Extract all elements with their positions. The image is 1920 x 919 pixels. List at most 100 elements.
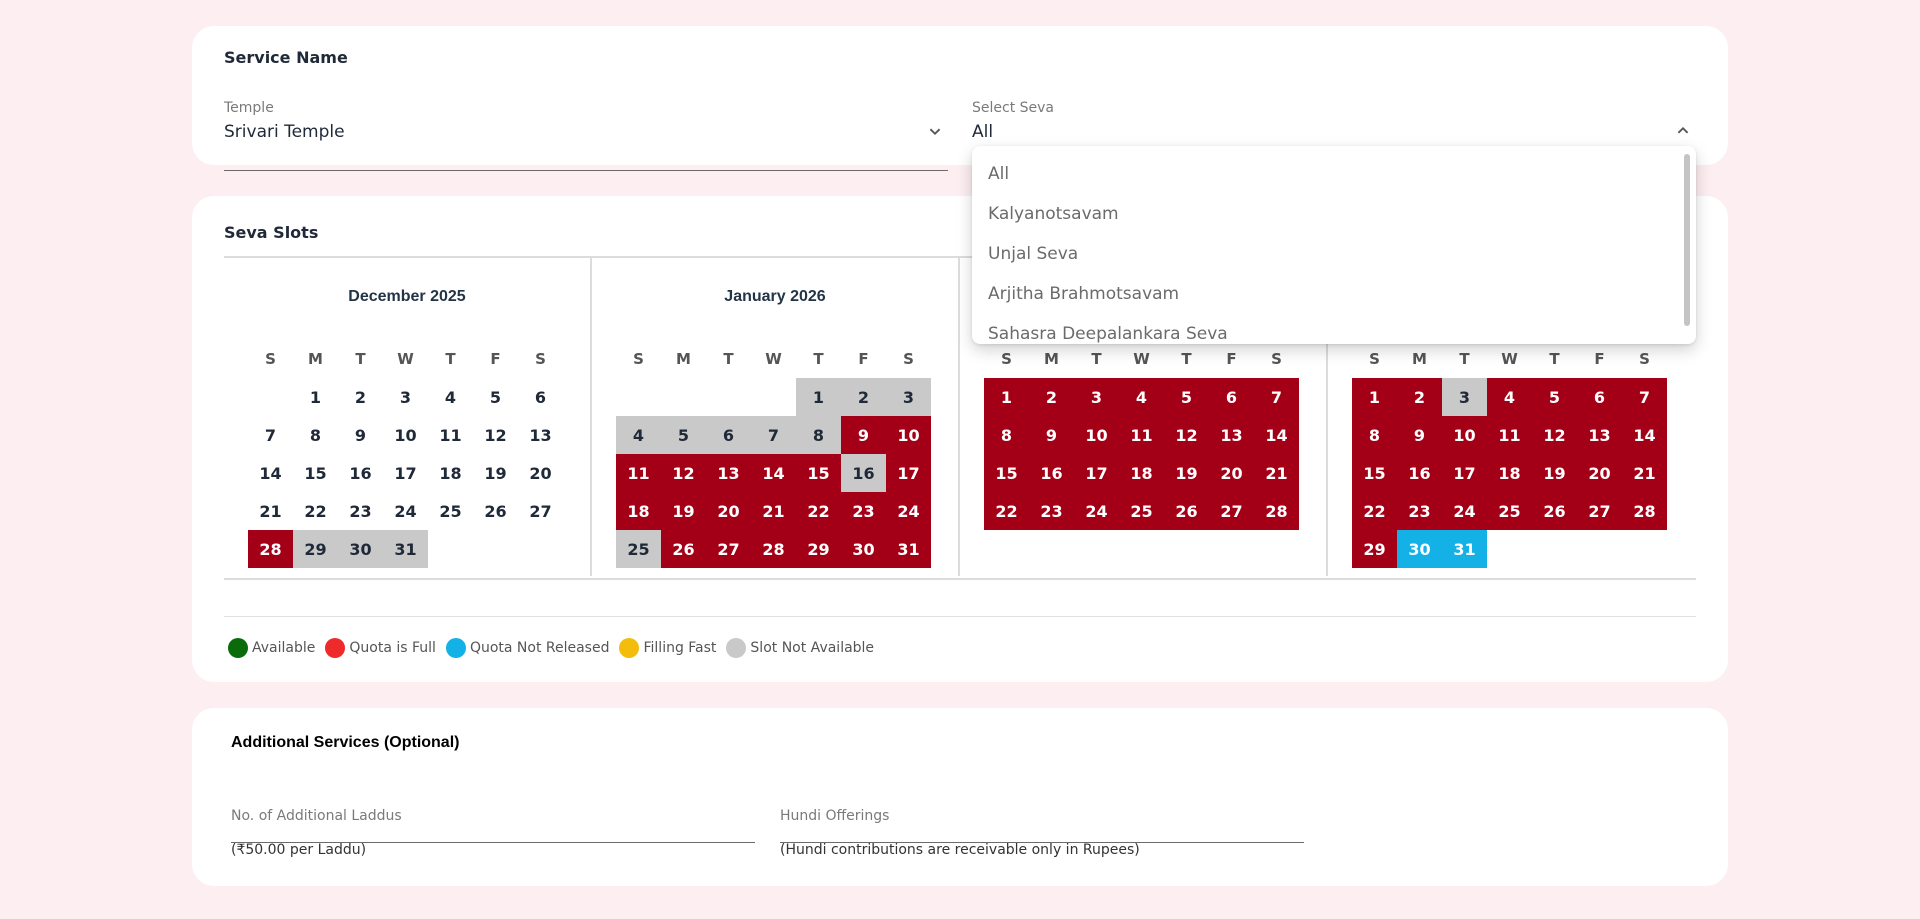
additional-services-card: Additional Services (Optional) No. of Ad…	[192, 708, 1728, 886]
calendar-day-quota-full: 1	[984, 378, 1029, 416]
weekday-header: S	[1001, 350, 1012, 368]
calendar-day-quota-full: 27	[1209, 492, 1254, 530]
calendar-day: 3	[399, 387, 412, 407]
calendar-day: 18	[439, 463, 462, 483]
weekday-header: S	[1271, 350, 1282, 368]
legend-slot-not-available: Slot Not Available	[726, 638, 874, 658]
calendar-day-quota-full: 16	[1029, 454, 1074, 492]
calendar-day-quota-full: 2	[1029, 378, 1074, 416]
legend-quota-full: Quota is Full	[325, 638, 436, 658]
available-dot-icon	[228, 638, 248, 658]
weekday-header: T	[355, 350, 366, 368]
calendar-day-quota-full: 21	[1622, 454, 1667, 492]
dropdown-scrollbar[interactable]	[1684, 154, 1690, 326]
hundi-label: Hundi Offerings	[780, 808, 890, 824]
calendar-day-quota-full: 22	[796, 492, 841, 530]
calendar-day-not-available: 25	[616, 530, 661, 568]
calendar-day-quota-full: 19	[1164, 454, 1209, 492]
calendar-day-quota-full: 13	[1577, 416, 1622, 454]
weekday-header: W	[765, 350, 782, 368]
additional-services-title: Additional Services (Optional)	[231, 734, 460, 751]
calendar-day-quota-full: 6	[1209, 378, 1254, 416]
calendar-day-quota-full: 20	[706, 492, 751, 530]
legend-label: Quota Not Released	[469, 640, 610, 656]
calendar-day-quota-full: 27	[1577, 492, 1622, 530]
calendar-day-quota-full: 18	[1119, 454, 1164, 492]
legend-quota-not-released: Quota Not Released	[445, 638, 610, 658]
calendar-title: December 2025	[348, 288, 466, 305]
calendar-day-not-available: 3	[1442, 378, 1487, 416]
divider	[224, 616, 1696, 617]
calendar-january-2026: January 2026 S M T W T F S 1 2 3 4 5 6 7 8 9 10 11 12 13 14 1…	[592, 258, 958, 576]
calendar-day-quota-full: 13	[1209, 416, 1254, 454]
calendar-day: 12	[484, 425, 507, 445]
calendar-day-quota-full: 4	[1487, 378, 1532, 416]
dropdown-option-arjitha-brahmotsavam[interactable]: Arjitha Brahmotsavam	[988, 284, 1179, 304]
calendar-day-quota-full: 29	[1352, 530, 1397, 568]
service-title: Service Name	[224, 48, 348, 67]
hundi-input[interactable]: Hundi Offerings	[780, 804, 1304, 843]
hundi-help-text: (Hundi contributions are receivable only…	[780, 842, 1140, 858]
calendar-day: 1	[309, 387, 322, 407]
weekday-header: S	[903, 350, 914, 368]
temple-select[interactable]: Temple Srivari Temple	[224, 92, 948, 171]
calendar-day-quota-full: 11	[1487, 416, 1532, 454]
calendar-day: 6	[534, 387, 547, 407]
calendar-day: 15	[304, 463, 327, 483]
calendar-day-quota-full: 16	[1397, 454, 1442, 492]
calendar-day-quota-full: 25	[1487, 492, 1532, 530]
calendar-day-quota-full: 31	[886, 530, 931, 568]
calendar-day-not-available: 3	[886, 378, 931, 416]
legend-label: Available	[252, 640, 316, 656]
calendar-day-quota-full: 7	[1622, 378, 1667, 416]
quota-not-released-dot-icon	[445, 638, 466, 658]
calendar-day-quota-full: 30	[841, 530, 886, 568]
seva-value: All	[972, 122, 994, 142]
weekday-header: M	[1412, 350, 1427, 368]
weekday-header: F	[1594, 350, 1605, 368]
calendar-day-quota-full: 29	[796, 530, 841, 568]
laddus-input[interactable]: No. of Additional Laddus	[231, 804, 755, 843]
dropdown-option-unjal-seva[interactable]: Unjal Seva	[988, 244, 1078, 264]
calendar-day: 7	[264, 425, 277, 445]
weekday-header: F	[490, 350, 501, 368]
chevron-down-icon[interactable]	[924, 120, 946, 142]
calendar-title: January 2026	[724, 288, 826, 305]
calendar-day-quota-full: 9	[1029, 416, 1074, 454]
calendar-day-quota-full: 12	[661, 454, 706, 492]
calendar-day: 21	[259, 501, 282, 521]
calendar-day-quota-full: 15	[796, 454, 841, 492]
weekday-header: M	[1044, 350, 1059, 368]
dropdown-option-kalyanotsavam[interactable]: Kalyanotsavam	[988, 204, 1119, 224]
calendar-day-quota-full: 12	[1532, 416, 1577, 454]
dropdown-option-all[interactable]: All	[988, 164, 1009, 184]
calendar-day: 13	[529, 425, 552, 445]
weekday-header: T	[1549, 350, 1560, 368]
temple-label: Temple	[224, 100, 274, 116]
legend-label: Slot Not Available	[750, 640, 875, 656]
weekday-header: M	[676, 350, 691, 368]
calendar-day-quota-full: 15	[984, 454, 1029, 492]
calendar-day: 4	[444, 387, 457, 407]
weekday-header: F	[1226, 350, 1237, 368]
laddus-label: No. of Additional Laddus	[231, 808, 402, 824]
legend-label: Quota is Full	[349, 640, 436, 656]
calendar-day-quota-full: 11	[616, 454, 661, 492]
weekday-header: S	[265, 350, 276, 368]
calendar-day-quota-full: 4	[1119, 378, 1164, 416]
calendar-day-not-available: 6	[706, 416, 751, 454]
calendar-day: 14	[259, 463, 282, 483]
legend-label: Filling Fast	[643, 640, 717, 656]
calendar-day-not-available: 31	[383, 530, 428, 568]
calendar-day-not-available: 7	[751, 416, 796, 454]
calendar-day: 5	[489, 387, 502, 407]
dropdown-option-sahasra-deepalankara-seva[interactable]: Sahasra Deepalankara Seva	[988, 324, 1228, 344]
chevron-up-icon[interactable]	[1672, 120, 1694, 142]
calendar-empty-cell	[661, 378, 706, 416]
calendar-day: 23	[349, 501, 372, 521]
calendar-day-quota-full: 11	[1119, 416, 1164, 454]
calendar-day-quota-full: 1	[1352, 378, 1397, 416]
weekday-header: T	[1091, 350, 1102, 368]
calendar-day-quota-full: 12	[1164, 416, 1209, 454]
calendar-day-quota-full: 3	[1074, 378, 1119, 416]
